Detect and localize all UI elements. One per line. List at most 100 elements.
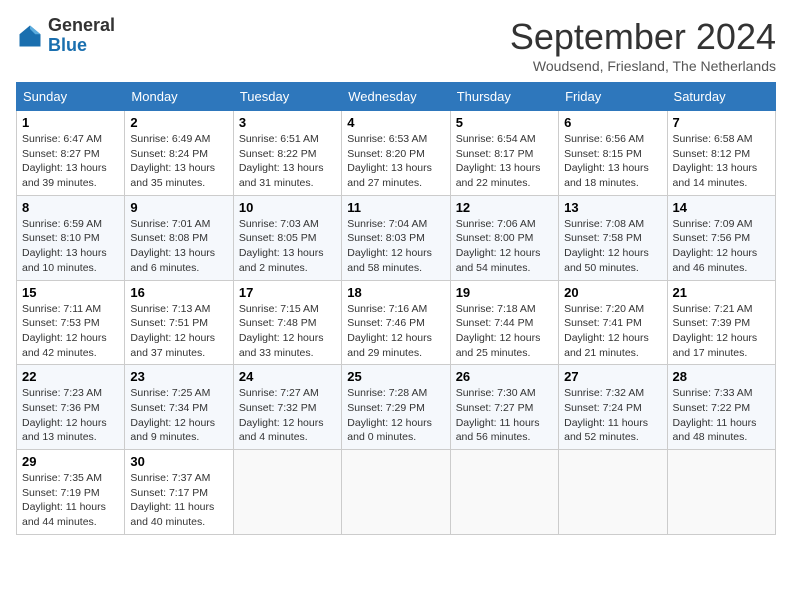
day-number: 13 xyxy=(564,200,661,215)
day-number: 25 xyxy=(347,369,444,384)
weekday-header: Monday xyxy=(125,83,233,111)
calendar-cell xyxy=(342,450,450,535)
day-number: 16 xyxy=(130,285,227,300)
day-number: 4 xyxy=(347,115,444,130)
calendar-cell xyxy=(667,450,775,535)
calendar-week-row: 29 Sunrise: 7:35 AM Sunset: 7:19 PM Dayl… xyxy=(17,450,776,535)
calendar-week-row: 15 Sunrise: 7:11 AM Sunset: 7:53 PM Dayl… xyxy=(17,280,776,365)
calendar-cell: 23 Sunrise: 7:25 AM Sunset: 7:34 PM Dayl… xyxy=(125,365,233,450)
day-number: 26 xyxy=(456,369,553,384)
calendar-cell: 26 Sunrise: 7:30 AM Sunset: 7:27 PM Dayl… xyxy=(450,365,558,450)
day-number: 30 xyxy=(130,454,227,469)
calendar-cell: 20 Sunrise: 7:20 AM Sunset: 7:41 PM Dayl… xyxy=(559,280,667,365)
weekday-header: Saturday xyxy=(667,83,775,111)
calendar-cell xyxy=(450,450,558,535)
calendar-cell: 22 Sunrise: 7:23 AM Sunset: 7:36 PM Dayl… xyxy=(17,365,125,450)
day-info: Sunrise: 7:30 AM Sunset: 7:27 PM Dayligh… xyxy=(456,386,553,445)
calendar-cell: 4 Sunrise: 6:53 AM Sunset: 8:20 PM Dayli… xyxy=(342,111,450,196)
day-info: Sunrise: 7:09 AM Sunset: 7:56 PM Dayligh… xyxy=(673,217,770,276)
calendar-cell: 7 Sunrise: 6:58 AM Sunset: 8:12 PM Dayli… xyxy=(667,111,775,196)
weekday-header: Friday xyxy=(559,83,667,111)
calendar-cell: 25 Sunrise: 7:28 AM Sunset: 7:29 PM Dayl… xyxy=(342,365,450,450)
calendar-cell: 14 Sunrise: 7:09 AM Sunset: 7:56 PM Dayl… xyxy=(667,195,775,280)
calendar-cell: 2 Sunrise: 6:49 AM Sunset: 8:24 PM Dayli… xyxy=(125,111,233,196)
weekday-header: Tuesday xyxy=(233,83,341,111)
calendar-week-row: 1 Sunrise: 6:47 AM Sunset: 8:27 PM Dayli… xyxy=(17,111,776,196)
calendar-cell: 10 Sunrise: 7:03 AM Sunset: 8:05 PM Dayl… xyxy=(233,195,341,280)
day-info: Sunrise: 7:37 AM Sunset: 7:17 PM Dayligh… xyxy=(130,471,227,530)
day-info: Sunrise: 7:33 AM Sunset: 7:22 PM Dayligh… xyxy=(673,386,770,445)
calendar-table: SundayMondayTuesdayWednesdayThursdayFrid… xyxy=(16,82,776,535)
day-number: 11 xyxy=(347,200,444,215)
day-info: Sunrise: 6:56 AM Sunset: 8:15 PM Dayligh… xyxy=(564,132,661,191)
day-info: Sunrise: 7:18 AM Sunset: 7:44 PM Dayligh… xyxy=(456,302,553,361)
logo: General Blue xyxy=(16,16,115,56)
day-info: Sunrise: 6:49 AM Sunset: 8:24 PM Dayligh… xyxy=(130,132,227,191)
weekday-header: Thursday xyxy=(450,83,558,111)
calendar-cell: 19 Sunrise: 7:18 AM Sunset: 7:44 PM Dayl… xyxy=(450,280,558,365)
calendar-cell: 16 Sunrise: 7:13 AM Sunset: 7:51 PM Dayl… xyxy=(125,280,233,365)
day-info: Sunrise: 7:35 AM Sunset: 7:19 PM Dayligh… xyxy=(22,471,119,530)
day-number: 10 xyxy=(239,200,336,215)
day-number: 23 xyxy=(130,369,227,384)
day-number: 29 xyxy=(22,454,119,469)
day-number: 24 xyxy=(239,369,336,384)
month-title: September 2024 xyxy=(510,16,776,58)
day-info: Sunrise: 7:28 AM Sunset: 7:29 PM Dayligh… xyxy=(347,386,444,445)
calendar-cell: 18 Sunrise: 7:16 AM Sunset: 7:46 PM Dayl… xyxy=(342,280,450,365)
day-info: Sunrise: 7:21 AM Sunset: 7:39 PM Dayligh… xyxy=(673,302,770,361)
day-number: 15 xyxy=(22,285,119,300)
calendar-cell xyxy=(233,450,341,535)
day-number: 22 xyxy=(22,369,119,384)
day-number: 20 xyxy=(564,285,661,300)
day-info: Sunrise: 7:20 AM Sunset: 7:41 PM Dayligh… xyxy=(564,302,661,361)
day-number: 18 xyxy=(347,285,444,300)
day-info: Sunrise: 7:04 AM Sunset: 8:03 PM Dayligh… xyxy=(347,217,444,276)
day-info: Sunrise: 6:59 AM Sunset: 8:10 PM Dayligh… xyxy=(22,217,119,276)
day-info: Sunrise: 7:01 AM Sunset: 8:08 PM Dayligh… xyxy=(130,217,227,276)
day-info: Sunrise: 7:11 AM Sunset: 7:53 PM Dayligh… xyxy=(22,302,119,361)
day-number: 6 xyxy=(564,115,661,130)
day-info: Sunrise: 7:23 AM Sunset: 7:36 PM Dayligh… xyxy=(22,386,119,445)
day-number: 14 xyxy=(673,200,770,215)
calendar-cell: 13 Sunrise: 7:08 AM Sunset: 7:58 PM Dayl… xyxy=(559,195,667,280)
page-header: General Blue September 2024 Woudsend, Fr… xyxy=(16,16,776,74)
day-info: Sunrise: 7:08 AM Sunset: 7:58 PM Dayligh… xyxy=(564,217,661,276)
day-info: Sunrise: 7:06 AM Sunset: 8:00 PM Dayligh… xyxy=(456,217,553,276)
calendar-cell: 8 Sunrise: 6:59 AM Sunset: 8:10 PM Dayli… xyxy=(17,195,125,280)
location: Woudsend, Friesland, The Netherlands xyxy=(510,58,776,74)
calendar-week-row: 22 Sunrise: 7:23 AM Sunset: 7:36 PM Dayl… xyxy=(17,365,776,450)
logo-blue-text: Blue xyxy=(48,35,87,55)
day-info: Sunrise: 6:54 AM Sunset: 8:17 PM Dayligh… xyxy=(456,132,553,191)
calendar-cell: 12 Sunrise: 7:06 AM Sunset: 8:00 PM Dayl… xyxy=(450,195,558,280)
title-block: September 2024 Woudsend, Friesland, The … xyxy=(510,16,776,74)
day-number: 5 xyxy=(456,115,553,130)
day-info: Sunrise: 6:53 AM Sunset: 8:20 PM Dayligh… xyxy=(347,132,444,191)
calendar-cell: 11 Sunrise: 7:04 AM Sunset: 8:03 PM Dayl… xyxy=(342,195,450,280)
weekday-header-row: SundayMondayTuesdayWednesdayThursdayFrid… xyxy=(17,83,776,111)
day-number: 17 xyxy=(239,285,336,300)
calendar-cell: 15 Sunrise: 7:11 AM Sunset: 7:53 PM Dayl… xyxy=(17,280,125,365)
day-number: 21 xyxy=(673,285,770,300)
day-number: 12 xyxy=(456,200,553,215)
day-info: Sunrise: 6:58 AM Sunset: 8:12 PM Dayligh… xyxy=(673,132,770,191)
day-number: 9 xyxy=(130,200,227,215)
calendar-cell: 28 Sunrise: 7:33 AM Sunset: 7:22 PM Dayl… xyxy=(667,365,775,450)
day-info: Sunrise: 6:51 AM Sunset: 8:22 PM Dayligh… xyxy=(239,132,336,191)
weekday-header: Wednesday xyxy=(342,83,450,111)
day-info: Sunrise: 7:27 AM Sunset: 7:32 PM Dayligh… xyxy=(239,386,336,445)
logo-icon xyxy=(16,22,44,50)
logo-general-text: General xyxy=(48,15,115,35)
calendar-cell: 30 Sunrise: 7:37 AM Sunset: 7:17 PM Dayl… xyxy=(125,450,233,535)
day-number: 2 xyxy=(130,115,227,130)
day-number: 7 xyxy=(673,115,770,130)
calendar-cell: 29 Sunrise: 7:35 AM Sunset: 7:19 PM Dayl… xyxy=(17,450,125,535)
calendar-cell: 6 Sunrise: 6:56 AM Sunset: 8:15 PM Dayli… xyxy=(559,111,667,196)
calendar-cell: 21 Sunrise: 7:21 AM Sunset: 7:39 PM Dayl… xyxy=(667,280,775,365)
calendar-week-row: 8 Sunrise: 6:59 AM Sunset: 8:10 PM Dayli… xyxy=(17,195,776,280)
calendar-cell xyxy=(559,450,667,535)
day-info: Sunrise: 7:15 AM Sunset: 7:48 PM Dayligh… xyxy=(239,302,336,361)
calendar-cell: 9 Sunrise: 7:01 AM Sunset: 8:08 PM Dayli… xyxy=(125,195,233,280)
day-info: Sunrise: 7:32 AM Sunset: 7:24 PM Dayligh… xyxy=(564,386,661,445)
day-number: 27 xyxy=(564,369,661,384)
